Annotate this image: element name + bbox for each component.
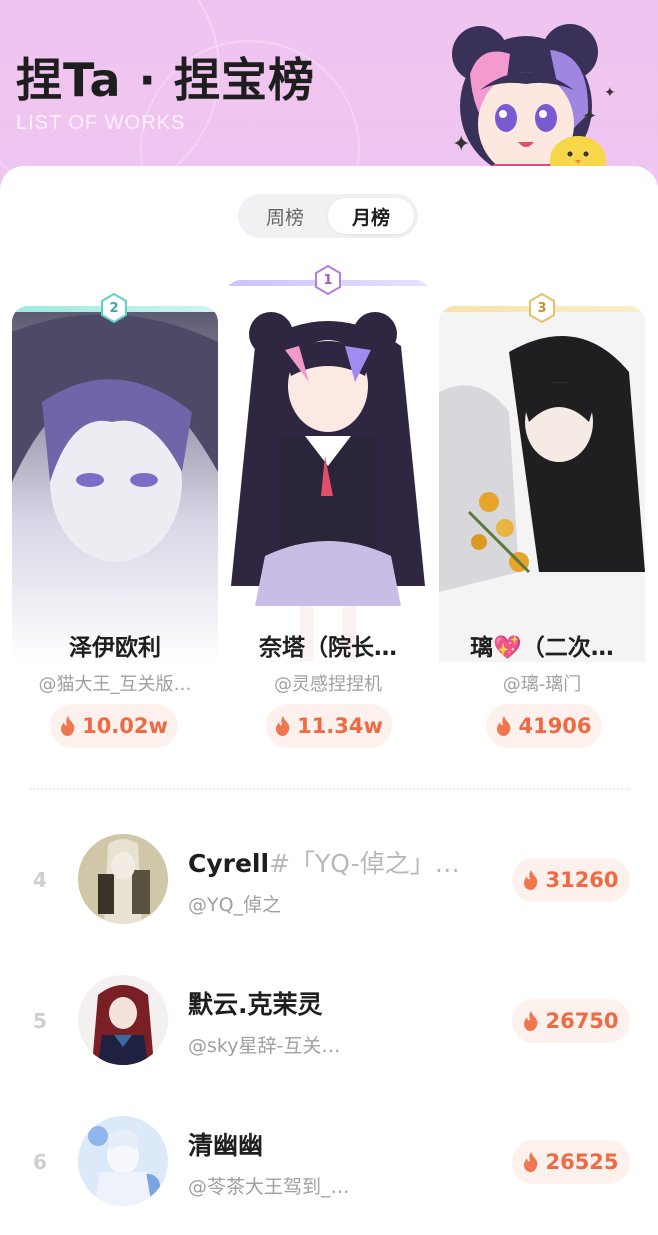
fire-icon xyxy=(524,1152,538,1172)
fire-icon xyxy=(524,870,538,890)
page-subtitle: LIST OF WORKS xyxy=(16,112,186,134)
heat-score-rank-2: 10.02w xyxy=(50,704,178,748)
work-cover-image xyxy=(225,286,431,666)
list-item[interactable]: 5 默云.克茉灵 @sky星辞-互关… 26750 xyxy=(0,971,658,1071)
podium-name-rank-1: 奈塔（院长… xyxy=(259,635,397,661)
heat-score: 26750 xyxy=(512,999,630,1043)
podium-item-rank-1[interactable] xyxy=(225,280,431,666)
rank-badge-1: 1 xyxy=(314,265,342,295)
rank-number: 5 xyxy=(33,1009,47,1033)
list-item[interactable]: 6 清幽幽 @苓茶大王驾到_… 26525 xyxy=(0,1112,658,1212)
podium-name-rank-2: 泽伊欧利 xyxy=(69,635,161,661)
podium-item-rank-3[interactable] xyxy=(439,306,645,666)
work-author[interactable]: @sky星辞-互关… xyxy=(188,1031,340,1058)
work-name: 默云.克茉灵 xyxy=(188,990,323,1019)
rank-number: 6 xyxy=(33,1150,47,1174)
tab-weekly[interactable]: 周榜 xyxy=(242,198,328,234)
work-cover-image xyxy=(439,312,645,662)
period-tabs: 周榜 月榜 xyxy=(238,194,418,238)
podium-item-rank-2[interactable] xyxy=(12,306,218,666)
work-name: 清幽幽 xyxy=(188,1131,264,1160)
sparkle-icon: ✦ xyxy=(452,132,471,157)
work-name: Cyrell#「YQ-倬之」… xyxy=(188,849,460,878)
fire-icon xyxy=(497,716,511,736)
work-author[interactable]: @苓茶大王驾到_… xyxy=(188,1172,350,1199)
section-divider xyxy=(30,788,630,790)
fire-icon xyxy=(61,716,75,736)
fire-icon xyxy=(524,1011,538,1031)
work-cover-image xyxy=(12,312,218,662)
heat-score: 31260 xyxy=(512,858,630,902)
sparkle-icon: ✦ xyxy=(582,106,598,127)
podium-author-rank-1[interactable]: @灵感捏捏机 xyxy=(225,670,431,696)
rank-badge-2: 2 xyxy=(100,293,128,323)
avatar xyxy=(78,975,168,1065)
podium-name-rank-3: 璃💖（二次… xyxy=(470,635,614,661)
page-title: 捏Ta · 捏宝榜 xyxy=(16,53,315,107)
work-author[interactable]: @YQ_倬之 xyxy=(188,890,281,917)
rank-number: 4 xyxy=(33,868,47,892)
sparkle-icon: ✦ xyxy=(604,85,616,101)
rank-badge-3: 3 xyxy=(528,293,556,323)
heat-score-rank-3: 41906 xyxy=(486,704,602,748)
podium-author-rank-3[interactable]: @璃-璃门 xyxy=(439,670,645,696)
fire-icon xyxy=(276,716,290,736)
chick-illustration xyxy=(550,136,606,170)
list-item[interactable]: 4 Cyrell#「YQ-倬之」… @YQ_倬之 31260 xyxy=(0,830,658,930)
heat-score: 26525 xyxy=(512,1140,630,1184)
heat-score-rank-1: 11.34w xyxy=(266,704,392,748)
tab-monthly[interactable]: 月榜 xyxy=(328,198,414,234)
avatar xyxy=(78,1116,168,1206)
podium-author-rank-2[interactable]: @猫大王_互关版… xyxy=(12,670,218,696)
avatar xyxy=(78,834,168,924)
